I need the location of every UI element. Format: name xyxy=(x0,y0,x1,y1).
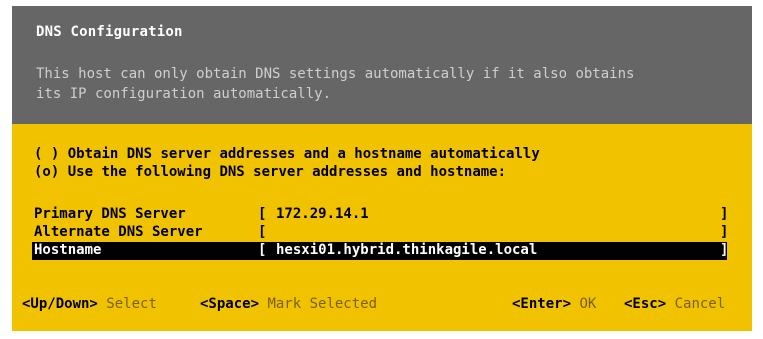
esc-key: <Esc> xyxy=(624,296,667,312)
esc-action: Cancel xyxy=(674,296,726,312)
alternate-dns-field[interactable]: Alternate DNS Server [ ] xyxy=(12,224,752,242)
option-label: Use the following DNS server addresses a… xyxy=(67,164,507,180)
esc-cancel-button[interactable]: <Esc> Cancel xyxy=(624,296,725,312)
field-bracket-open: [ xyxy=(258,206,267,222)
radio-marker[interactable]: ( ) xyxy=(34,146,59,162)
field-bracket-open: [ xyxy=(258,224,267,240)
primary-dns-input[interactable]: 172.29.14.1 xyxy=(276,206,369,222)
field-bracket-close: ] xyxy=(720,206,729,222)
space-hint[interactable]: <Space> Mark Selected xyxy=(200,296,377,312)
field-bracket-open: [ xyxy=(258,242,267,258)
updown-action: Select xyxy=(106,296,157,312)
enter-action: OK xyxy=(579,296,597,312)
updown-key: <Up/Down> xyxy=(22,296,98,312)
hostname-input[interactable]: hesxi01.hybrid.thinkagile.local xyxy=(276,242,537,258)
enter-ok-button[interactable]: <Enter> OK xyxy=(512,296,596,312)
updown-hint[interactable]: <Up/Down> Select xyxy=(22,296,157,312)
field-label: Alternate DNS Server xyxy=(34,224,203,240)
space-action: Mark Selected xyxy=(267,296,378,312)
field-label: Hostname xyxy=(34,242,102,258)
option-manual-dns[interactable]: (o) Use the following DNS server address… xyxy=(34,164,506,180)
dialog-title: DNS Configuration xyxy=(36,24,183,40)
dialog-footer: <Up/Down> Select <Space> Mark Selected <… xyxy=(12,296,752,318)
dialog-header: DNS Configuration This host can only obt… xyxy=(12,6,752,124)
field-bracket-close: ] xyxy=(720,242,729,258)
space-key: <Space> xyxy=(200,296,260,312)
enter-key: <Enter> xyxy=(512,296,572,312)
dns-configuration-dialog: DNS Configuration This host can only obt… xyxy=(12,6,752,331)
field-bracket-close: ] xyxy=(720,224,729,240)
option-label: Obtain DNS server addresses and a hostna… xyxy=(67,146,540,162)
option-automatic-dns[interactable]: ( ) Obtain DNS server addresses and a ho… xyxy=(34,146,540,162)
primary-dns-field[interactable]: Primary DNS Server [ 172.29.14.1 ] xyxy=(12,206,752,224)
hostname-field[interactable]: Hostname [ hesxi01.hybrid.thinkagile.loc… xyxy=(32,242,729,260)
field-label: Primary DNS Server xyxy=(34,206,186,222)
dialog-description: This host can only obtain DNS settings a… xyxy=(36,66,635,102)
radio-marker[interactable]: (o) xyxy=(34,164,59,180)
